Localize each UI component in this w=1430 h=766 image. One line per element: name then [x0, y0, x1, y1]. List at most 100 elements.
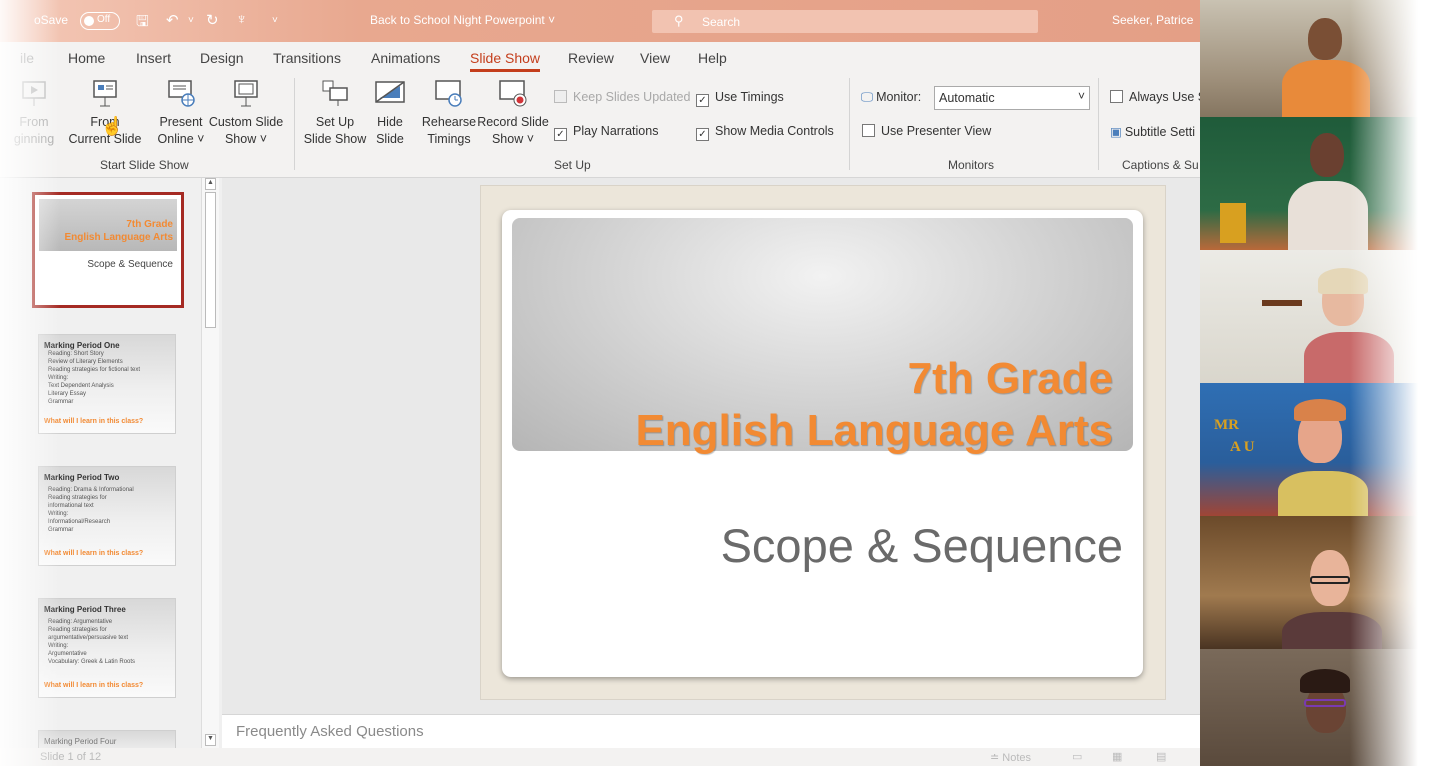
participant-video[interactable]: [1200, 117, 1430, 250]
thumb-line: Informational/Research: [48, 519, 111, 525]
monitor-select[interactable]: Automatic ˅: [934, 86, 1090, 110]
custom-slide-show-button[interactable]: Custom Slide Show ˅: [206, 78, 286, 148]
play-narrations-label: Play Narrations: [573, 124, 659, 138]
tab-transitions[interactable]: Transitions: [273, 50, 341, 66]
monitor-icon: 🖵: [861, 90, 874, 104]
subtitle-settings-button[interactable]: ▣ Subtitle Setti: [1110, 124, 1195, 139]
tab-help[interactable]: Help: [698, 50, 727, 66]
slide-title-line2[interactable]: English Language Arts: [635, 406, 1113, 456]
from-current-slide-icon: [93, 80, 117, 107]
slide-thumbnails-pane: 7th Grade English Language Arts Scope & …: [0, 178, 222, 766]
pencil-cup: [1220, 203, 1246, 243]
document-title[interactable]: Back to School Night Powerpoint ˅: [370, 13, 555, 27]
thumb-footer: What will I learn in this class?: [44, 682, 144, 689]
participant-video[interactable]: [1200, 649, 1430, 766]
customize-qat-icon[interactable]: ˅: [272, 15, 278, 26]
rehearse-timings-icon: [435, 80, 462, 107]
monitor-value: Automatic: [939, 91, 995, 105]
notes-text: Frequently Asked Questions: [236, 723, 424, 740]
tab-review[interactable]: Review: [568, 50, 614, 66]
rehearse-timings-button[interactable]: Rehearse Timings: [420, 78, 478, 148]
check-icon: ✓: [696, 94, 709, 107]
from-beginning-line2: ginning: [13, 132, 55, 146]
thumb-line: Reading: Short Story: [48, 351, 104, 357]
tab-home[interactable]: Home: [68, 50, 105, 66]
presenter-view-label: Use Presenter View: [881, 124, 992, 138]
keep-slides-updated-checkbox[interactable]: Keep Slides Updated: [554, 90, 690, 104]
ribbon: From ginning From Current Slide Present …: [0, 72, 1206, 178]
scroll-up-icon[interactable]: ▲: [205, 178, 216, 190]
participant-hair: [1294, 399, 1346, 421]
notes-button[interactable]: ≐ Notes: [990, 751, 1031, 764]
reading-view-icon[interactable]: ▤: [1156, 750, 1166, 763]
group-label-captions: Captions & Su: [1122, 158, 1199, 172]
present-online-button[interactable]: Present Online ˅: [152, 78, 210, 148]
autosave-toggle[interactable]: Off: [80, 12, 120, 30]
slide-thumbnail-3[interactable]: Marking Period Two Reading: Drama & Info…: [38, 466, 176, 566]
present-online-icon: [168, 80, 195, 107]
set-up-slide-show-icon: [322, 80, 348, 106]
ribbon-separator: [294, 78, 295, 170]
present-online-line2: Online ˅: [157, 132, 205, 146]
custom-show-line2: Show ˅: [224, 132, 268, 146]
slide-sorter-icon[interactable]: ▦: [1112, 750, 1122, 763]
thumbnails-scrollbar[interactable]: ▲ ▼: [201, 178, 219, 748]
title-bar: oSave Off 🖫 ↶ ˅ ↻ ♆ ˅ Back to School Nig…: [0, 0, 1200, 42]
thumb-footer: What will I learn in this class?: [44, 418, 144, 425]
thumb-line: Grammar: [48, 399, 74, 405]
set-up-slide-show-button[interactable]: Set Up Slide Show: [302, 78, 368, 148]
check-icon: ✓: [696, 128, 709, 141]
record-slide-show-button[interactable]: Record Slide Show ˅: [476, 78, 550, 148]
use-timings-label: Use Timings: [715, 90, 784, 104]
redo-icon[interactable]: ↻: [206, 11, 219, 29]
slide-title-line1[interactable]: 7th Grade: [908, 354, 1113, 404]
participant-video[interactable]: [1200, 250, 1430, 383]
scrollbar-thumb[interactable]: [205, 192, 216, 328]
participant-video[interactable]: MR A U: [1200, 383, 1430, 516]
participant-face: [1310, 133, 1344, 177]
present-icon[interactable]: ♆: [236, 11, 247, 28]
participant-video[interactable]: [1200, 516, 1430, 649]
thumb-subtitle: Scope & Sequence: [87, 259, 173, 270]
notes-button-label: Notes: [1002, 752, 1032, 764]
hide-slide-button[interactable]: Hide Slide: [370, 78, 410, 148]
participant-hair: [1318, 268, 1368, 294]
tab-insert[interactable]: Insert: [136, 50, 171, 66]
always-use-subtitles-checkbox[interactable]: Always Use S: [1110, 90, 1206, 104]
tab-view[interactable]: View: [640, 50, 670, 66]
from-current-slide-button[interactable]: From Current Slide: [66, 78, 144, 148]
group-label-monitors: Monitors: [948, 158, 995, 172]
participant-video[interactable]: [1200, 0, 1430, 133]
normal-view-icon[interactable]: ▭: [1072, 750, 1082, 763]
from-beginning-button[interactable]: From ginning: [6, 78, 62, 148]
save-icon[interactable]: 🖫: [136, 11, 149, 36]
tab-animations[interactable]: Animations: [371, 50, 440, 66]
show-media-controls-checkbox[interactable]: ✓ Show Media Controls: [696, 124, 834, 141]
tab-file[interactable]: ile: [20, 50, 34, 66]
use-presenter-view-checkbox[interactable]: Use Presenter View: [862, 124, 991, 138]
undo-icon[interactable]: ↶: [166, 11, 179, 29]
monitor-label: 🖵 Monitor:: [861, 90, 921, 105]
thumb-title2: English Language Arts: [64, 232, 173, 243]
slide-thumbnail-4[interactable]: Marking Period Three Reading: Argumentat…: [38, 598, 176, 698]
tab-slide-show[interactable]: Slide Show: [470, 50, 541, 72]
slide-thumbnail-1[interactable]: 7th Grade English Language Arts Scope & …: [32, 192, 184, 308]
undo-dropdown-icon[interactable]: ˅: [188, 15, 194, 26]
thumb-line: Grammar: [48, 527, 74, 533]
record-line1: Record Slide: [477, 115, 549, 129]
tab-design[interactable]: Design: [200, 50, 244, 66]
thumb-line: Text Dependent Analysis: [48, 383, 114, 389]
check-icon: ✓: [554, 128, 567, 141]
search-icon: ⚲: [674, 13, 684, 28]
thumb-line: Reading: Drama & Informational: [48, 487, 134, 493]
slide-thumbnail-2[interactable]: Marking Period One Reading: Short Story …: [38, 334, 176, 434]
thumb-title: Marking Period Four: [44, 737, 117, 746]
current-slide[interactable]: 7th Grade English Language Arts Scope & …: [502, 210, 1143, 677]
slide-subtitle[interactable]: Scope & Sequence: [721, 518, 1123, 573]
user-name[interactable]: Seeker, Patrice: [1112, 13, 1193, 27]
search-box[interactable]: ⚲ Search: [652, 10, 1038, 33]
play-narrations-checkbox[interactable]: ✓ Play Narrations: [554, 124, 658, 141]
toggle-knob: [84, 16, 94, 26]
scroll-down-icon[interactable]: ▼: [205, 734, 216, 746]
use-timings-checkbox[interactable]: ✓ Use Timings: [696, 90, 784, 107]
